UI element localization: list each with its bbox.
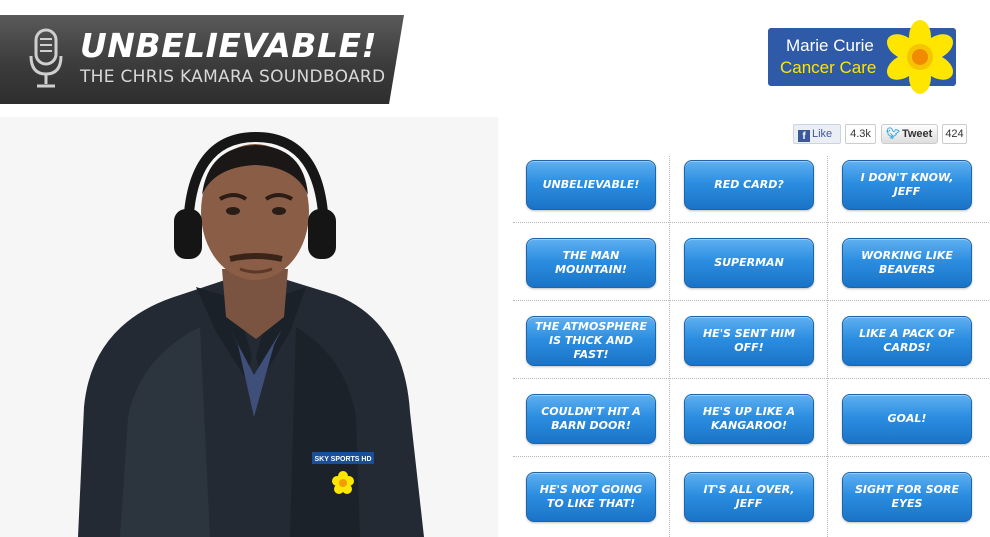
microphone-icon <box>29 28 63 88</box>
jacket-badge: SKY SPORTS HD <box>314 456 371 463</box>
grid-divider <box>513 456 989 457</box>
sound-button-its-all-over-jeff[interactable]: IT'S ALL OVER, JEFF <box>684 472 814 522</box>
sound-button-hes-up-like-a-kangaroo[interactable]: HE'S UP LIKE A KANGAROO! <box>684 394 814 444</box>
sound-button-hes-not-going-to-like-that[interactable]: HE'S NOT GOING TO LIKE THAT! <box>526 472 656 522</box>
grid-divider <box>513 378 989 379</box>
logo-line-1: Marie Curie <box>786 36 874 55</box>
grid-divider <box>827 156 828 537</box>
sound-button-couldnt-hit-a-barn-door[interactable]: COULDN'T HIT A BARN DOOR! <box>526 394 656 444</box>
sound-button-working-like-beavers[interactable]: WORKING LIKE BEAVERS <box>842 238 972 288</box>
sound-button-red-card[interactable]: RED CARD? <box>684 160 814 210</box>
sound-button-the-atmosphere[interactable]: THE ATMOSPHERE IS THICK AND FAST! <box>526 316 656 366</box>
facebook-like-button[interactable]: f Like <box>793 124 841 144</box>
grid-divider <box>669 156 670 537</box>
site-title: UNBELIEVABLE! <box>80 26 378 65</box>
sound-button-superman[interactable]: SUPERMAN <box>684 238 814 288</box>
facebook-like-label: Like <box>812 128 833 140</box>
sound-button-the-man-mountain[interactable]: THE MAN MOUNTAIN! <box>526 238 656 288</box>
twitter-tweet-count: 424 <box>942 124 967 144</box>
twitter-bird-icon: 🐦︎ <box>886 128 900 140</box>
facebook-icon: f <box>798 130 810 142</box>
presenter-photo: SKY SPORTS HD <box>0 117 498 537</box>
logo-line-2: Cancer Care <box>780 58 877 77</box>
sound-button-i-dont-know-jeff[interactable]: I DON'T KNOW, JEFF <box>842 160 972 210</box>
site-subtitle: THE CHRIS KAMARA SOUNDBOARD <box>80 67 386 87</box>
sound-button-unbelievable[interactable]: UNBELIEVABLE! <box>526 160 656 210</box>
header-banner: UNBELIEVABLE! THE CHRIS KAMARA SOUNDBOAR… <box>0 15 404 104</box>
sound-button-like-a-pack-of-cards[interactable]: LIKE A PACK OF CARDS! <box>842 316 972 366</box>
marie-curie-logo[interactable]: Marie Curie Cancer Care <box>768 20 956 94</box>
twitter-tweet-label: Tweet <box>901 128 933 140</box>
daffodil-icon <box>886 20 954 94</box>
soundboard-grid: UNBELIEVABLE! RED CARD? I DON'T KNOW, JE… <box>513 148 989 537</box>
facebook-like-count: 4.3k <box>845 124 876 144</box>
grid-divider <box>513 300 989 301</box>
grid-divider <box>513 222 989 223</box>
sound-button-hes-sent-him-off[interactable]: HE'S SENT HIM OFF! <box>684 316 814 366</box>
sound-button-sight-for-sore-eyes[interactable]: SIGHT FOR SORE EYES <box>842 472 972 522</box>
sound-button-goal[interactable]: GOAL! <box>842 394 972 444</box>
twitter-tweet-button[interactable]: 🐦︎ Tweet <box>881 124 938 144</box>
